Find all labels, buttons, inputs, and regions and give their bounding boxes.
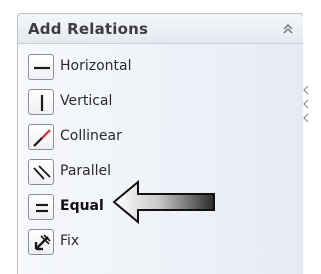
relation-label: Parallel bbox=[60, 163, 112, 179]
fix-anchor-icon[interactable] bbox=[28, 229, 54, 255]
relation-label: Equal bbox=[60, 198, 104, 214]
horizontal-line-icon[interactable] bbox=[28, 54, 54, 80]
pointer-arrow-icon bbox=[112, 179, 218, 228]
collinear-icon[interactable] bbox=[28, 124, 54, 150]
relation-item-horizontal[interactable]: Horizontal bbox=[28, 54, 228, 82]
relation-item-collinear[interactable]: Collinear bbox=[28, 124, 228, 152]
relation-label: Fix bbox=[60, 233, 80, 249]
equal-icon[interactable] bbox=[28, 194, 54, 220]
panel-splitter[interactable] bbox=[303, 0, 321, 274]
relation-label: Vertical bbox=[60, 93, 113, 109]
vertical-line-icon[interactable] bbox=[28, 89, 54, 115]
panel-header[interactable]: Add Relations bbox=[18, 14, 303, 44]
parallel-icon[interactable] bbox=[28, 159, 54, 185]
double-chevron-up-icon[interactable] bbox=[281, 21, 295, 35]
relation-label: Collinear bbox=[60, 128, 122, 144]
relation-item-fix[interactable]: Fix bbox=[28, 229, 228, 257]
panel-title: Add Relations bbox=[28, 20, 149, 38]
splitter-grip-icon[interactable] bbox=[302, 82, 310, 126]
screenshot-stage: Add Relations Horizontal Vertical Collin… bbox=[0, 0, 321, 274]
add-relations-panel: Add Relations Horizontal Vertical Collin… bbox=[17, 13, 304, 274]
relation-item-vertical[interactable]: Vertical bbox=[28, 89, 228, 117]
relation-label: Horizontal bbox=[60, 58, 132, 74]
